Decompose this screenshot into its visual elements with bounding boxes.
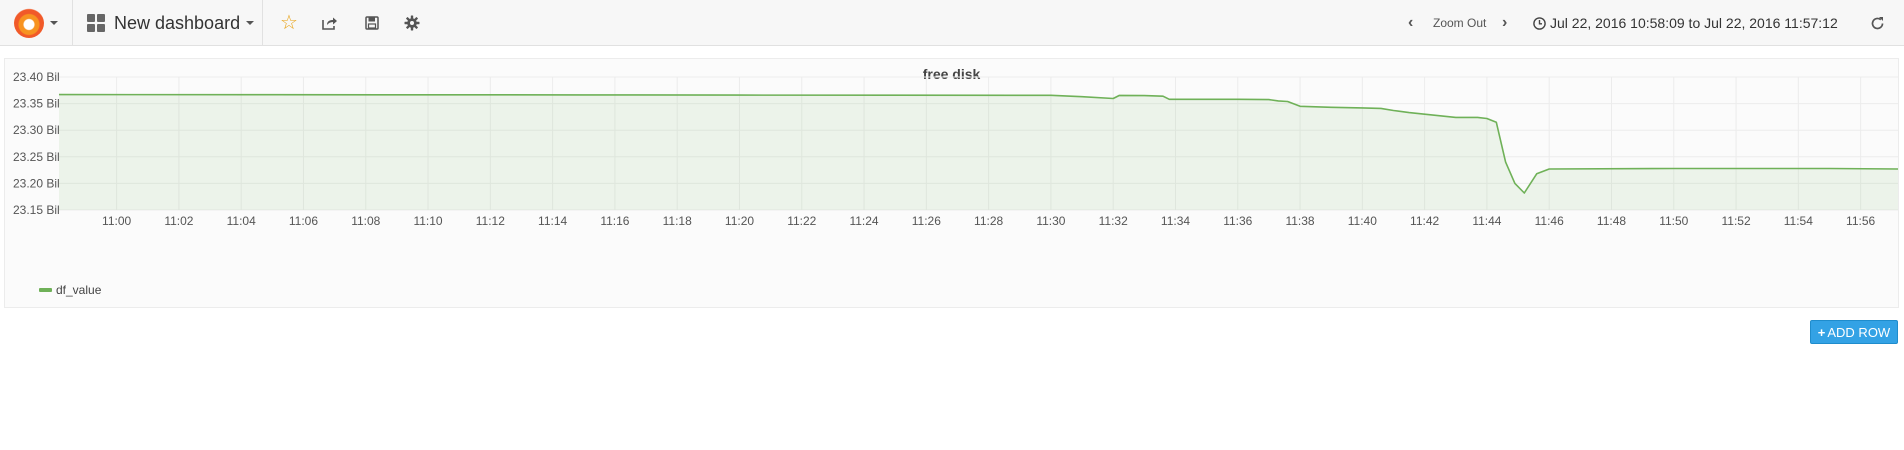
share-icon: [322, 17, 337, 30]
star-button[interactable]: ☆: [278, 12, 300, 34]
legend-label: df_value: [56, 283, 102, 297]
x-tick-label: 11:24: [849, 214, 878, 228]
share-button[interactable]: [319, 12, 341, 34]
x-tick-label: 11:28: [974, 214, 1003, 228]
x-tick-label: 11:02: [164, 214, 193, 228]
chart-area: [59, 94, 1898, 210]
x-tick-label: 11:38: [1285, 214, 1314, 228]
settings-gear-icon: [404, 15, 420, 31]
x-tick-label: 11:14: [538, 214, 567, 228]
x-tick-label: 11:46: [1535, 214, 1564, 228]
y-tick-label: 23.25 Bil: [13, 150, 60, 164]
x-tick-label: 11:12: [476, 214, 505, 228]
x-tick-label: 11:00: [102, 214, 131, 228]
x-tick-label: 11:50: [1659, 214, 1688, 228]
clock-icon: [1533, 16, 1546, 30]
free-disk-chart: 23.15 Bil 23.20 Bil 23.25 Bil 23.30 Bil 23.3…: [13, 70, 1898, 228]
x-tick-label: 11:44: [1472, 214, 1501, 228]
settings-button[interactable]: [401, 12, 423, 34]
x-axis-ticks: 11:00 11:02 11:04 11:06 11:08 11:10 11:12 11:14…: [102, 214, 1875, 228]
zoom-forward-button[interactable]: ›: [1502, 14, 1507, 32]
graph-panel: free disk 23.15 Bil 23.20 Bil 23.25 Bil 23.…: [4, 58, 1899, 308]
add-row-button[interactable]: + ADD ROW: [1810, 320, 1898, 344]
x-tick-label: 11:36: [1223, 214, 1252, 228]
dashboard-picker-button[interactable]: New dashboard: [73, 0, 263, 46]
x-tick-label: 11:18: [663, 214, 692, 228]
refresh-button[interactable]: [1866, 12, 1888, 34]
x-tick-label: 11:08: [351, 214, 380, 228]
star-icon: ☆: [280, 12, 298, 34]
time-range-label: Jul 22, 2016 10:58:09 to Jul 22, 2016 11…: [1550, 15, 1838, 31]
x-tick-label: 11:20: [725, 214, 754, 228]
y-tick-label: 23.20 Bil: [13, 176, 60, 190]
y-tick-label: 23.40 Bil: [13, 70, 60, 84]
x-tick-label: 11:56: [1846, 214, 1875, 228]
save-icon: [365, 16, 379, 30]
x-tick-label: 11:52: [1721, 214, 1750, 228]
plus-icon: +: [1817, 324, 1826, 340]
time-range-picker[interactable]: Jul 22, 2016 10:58:09 to Jul 22, 2016 11…: [1533, 0, 1838, 46]
y-tick-label: 23.15 Bil: [13, 203, 60, 217]
x-tick-label: 11:10: [413, 214, 442, 228]
y-tick-label: 23.30 Bil: [13, 123, 60, 137]
grafana-menu-button[interactable]: [0, 0, 73, 46]
x-tick-label: 11:06: [289, 214, 318, 228]
y-tick-label: 23.35 Bil: [13, 97, 60, 111]
legend-item-df-value[interactable]: df_value: [39, 283, 101, 297]
dashboard-title: New dashboard: [114, 12, 241, 33]
dashboard-grid-icon: [87, 14, 105, 32]
x-tick-label: 11:34: [1161, 214, 1190, 228]
x-tick-label: 11:32: [1099, 214, 1128, 228]
legend-swatch: [39, 288, 52, 292]
x-tick-label: 11:26: [912, 214, 941, 228]
x-tick-label: 11:42: [1410, 214, 1439, 228]
x-tick-label: 11:04: [227, 214, 256, 228]
grafana-logo-icon: [14, 8, 44, 38]
chevron-down-icon: [246, 21, 255, 25]
top-navbar: New dashboard ☆ ‹ Zoom Out › Jul 22, 201…: [0, 0, 1904, 46]
refresh-icon: [1871, 16, 1883, 29]
x-tick-label: 11:40: [1348, 214, 1377, 228]
x-tick-label: 11:54: [1784, 214, 1813, 228]
add-row-label: ADD ROW: [1827, 324, 1891, 340]
x-tick-label: 11:48: [1597, 214, 1626, 228]
x-tick-label: 11:30: [1036, 214, 1065, 228]
x-tick-label: 11:22: [787, 214, 816, 228]
x-tick-label: 11:16: [600, 214, 629, 228]
y-axis-ticks: 23.15 Bil 23.20 Bil 23.25 Bil 23.30 Bil 23.3…: [13, 70, 60, 217]
zoom-out-button[interactable]: Zoom Out: [1433, 16, 1486, 30]
save-button[interactable]: [361, 12, 383, 34]
chevron-down-icon: [50, 21, 58, 25]
zoom-back-button[interactable]: ‹: [1408, 14, 1413, 32]
series-area-df_value: [59, 94, 1898, 210]
